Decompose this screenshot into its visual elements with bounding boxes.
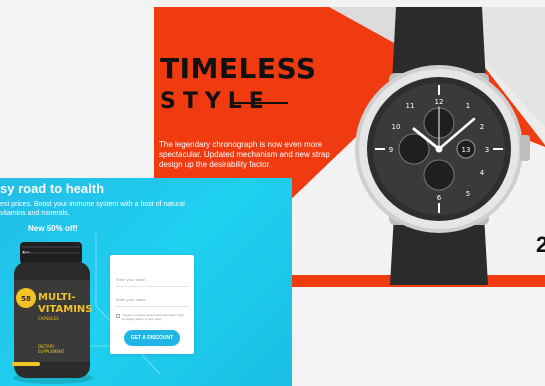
product-description: The legendary chronograph is now even mo… — [159, 140, 330, 169]
dial-number: 1 — [466, 102, 470, 110]
vitamins-promo-card: sy road to health est prices. Boost your… — [0, 178, 292, 386]
promo-description: est prices. Boost your immune system wit… — [0, 201, 185, 217]
watch-crown — [520, 135, 530, 161]
consent-row: I agree to receive commercial informatio… — [116, 313, 190, 321]
dial-number: 5 — [466, 190, 470, 198]
discount-badge: New 50% off! — [28, 224, 78, 233]
svg-text:58: 58 — [21, 295, 31, 303]
signup-form: Enter your email Enter your name I agree… — [110, 255, 194, 354]
watch-image: 12 11 10 9 1 2 3 4 5 6 13 — [355, 7, 530, 285]
consent-checkbox[interactable] — [116, 314, 120, 318]
svg-text:MULTI-: MULTI- — [38, 292, 75, 303]
dial-number: 6 — [437, 194, 442, 202]
subheadline-rule — [232, 102, 288, 104]
headline: TIMELESS — [160, 52, 317, 85]
email-field[interactable]: Enter your email — [116, 273, 188, 287]
dial-number: 3 — [485, 146, 489, 154]
consent-text: I agree to receive commercial informatio… — [122, 313, 184, 321]
dial-number: 9 — [389, 146, 393, 154]
dial-number: 10 — [392, 123, 401, 131]
get-discount-button[interactable]: GET A DISCOUNT — [124, 330, 180, 346]
dial-number: 4 — [480, 169, 485, 177]
vitamin-bottle-image: 58 MULTI- VITAMINS CAPSULES DIETARY SUPP… — [12, 242, 93, 384]
page-title: sy road to health — [0, 181, 105, 196]
dial-number: 11 — [406, 102, 415, 110]
name-field[interactable]: Enter your name — [116, 293, 188, 307]
carousel-prev-arrow[interactable]: ← — [20, 244, 32, 256]
svg-text:CAPSULES: CAPSULES — [38, 316, 59, 321]
carousel-index: 2 — [536, 232, 545, 257]
svg-text:SUPPLEMENT: SUPPLEMENT — [38, 349, 65, 354]
svg-text:VITAMINS: VITAMINS — [38, 304, 93, 315]
date-window: 13 — [462, 146, 471, 154]
dial-number: 12 — [435, 98, 444, 106]
dial-number: 2 — [480, 123, 484, 131]
